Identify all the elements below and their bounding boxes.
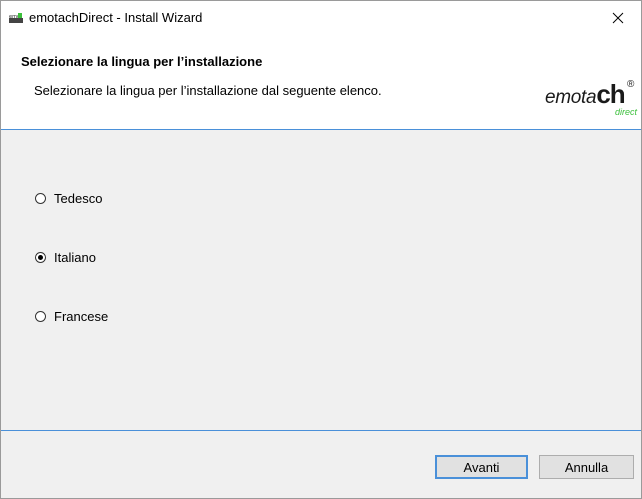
language-label: Tedesco [54,190,103,206]
language-label: Italiano [54,249,96,265]
radio-button[interactable] [35,310,46,322]
next-button[interactable]: Avanti [435,455,528,479]
radio-button-selected[interactable] [35,251,46,263]
language-selection-panel: Tedesco Italiano Francese [1,130,641,431]
language-option-francese[interactable]: Francese [35,307,108,325]
window-title: emotachDirect - Install Wizard [29,10,203,25]
page-subtitle: Selezionare la lingua per l’installazion… [34,83,382,98]
language-option-italiano[interactable]: Italiano [35,248,96,266]
language-option-tedesco[interactable]: Tedesco [35,189,102,207]
logo-wordmark: emotach [545,79,626,109]
logo-subtitle: direct [615,107,638,117]
language-label: Francese [54,308,109,324]
logo-registered-mark: ® [627,79,635,90]
emotach-app-icon: emo [9,13,23,23]
wizard-footer: Avanti Annulla [1,431,641,498]
radio-button[interactable] [35,192,46,204]
close-button[interactable] [595,1,641,35]
page-title: Selezionare la lingua per l’installazion… [21,54,263,69]
emotach-logo: emotach ® direct [545,77,638,121]
close-icon [612,12,624,24]
cancel-button[interactable]: Annulla [539,455,634,479]
wizard-header: Selezionare la lingua per l’installazion… [1,35,641,130]
title-bar: emo emotachDirect - Install Wizard [1,1,641,35]
install-wizard-window: emo emotachDirect - Install Wizard Selez… [0,0,642,499]
